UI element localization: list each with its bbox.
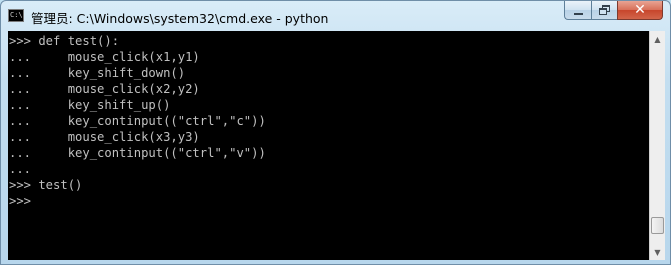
cmd-console-icon[interactable]: C:\ xyxy=(8,9,24,22)
minimize-button[interactable] xyxy=(564,1,591,20)
console-line: ... mouse_click(x2,y2) xyxy=(9,82,200,96)
restore-icon xyxy=(599,5,610,15)
scroll-thumb[interactable] xyxy=(651,217,664,234)
console-lines: >>> def test(): ... mouse_click(x1,y1) .… xyxy=(9,33,266,209)
console-line: ... mouse_click(x3,y3) xyxy=(9,130,200,144)
scroll-up-button[interactable]: ▲ xyxy=(650,31,665,47)
console-line: >>> def test(): xyxy=(9,34,120,48)
console-line: ... key_continput(("ctrl","c")) xyxy=(9,114,266,128)
arrow-down-icon: ▼ xyxy=(654,247,661,257)
vertical-scrollbar[interactable]: ▲ ▼ xyxy=(649,31,665,260)
title-bar[interactable]: C:\ 管理员: C:\Windows\system32\cmd.exe - p… xyxy=(1,1,670,31)
close-button[interactable]: ✕ xyxy=(617,1,663,20)
console-line: >>> test() xyxy=(9,178,83,192)
restore-button[interactable] xyxy=(591,1,617,20)
scroll-track[interactable] xyxy=(650,47,665,244)
console-line: ... key_shift_up() xyxy=(9,98,171,112)
console-line: ... key_shift_down() xyxy=(9,66,186,80)
window-title: 管理员: C:\Windows\system32\cmd.exe - pytho… xyxy=(31,11,329,26)
minimize-icon xyxy=(573,12,583,15)
console-line: ... key_continput(("ctrl","v")) xyxy=(9,146,266,160)
console-output-area[interactable]: >>> def test(): ... mouse_click(x1,y1) .… xyxy=(8,31,649,260)
console-prompt-line: >>> xyxy=(9,194,32,208)
close-icon: ✕ xyxy=(634,2,646,18)
arrow-up-icon: ▲ xyxy=(654,34,661,44)
console-line: ... mouse_click(x1,y1) xyxy=(9,50,200,64)
caption-buttons: ✕ xyxy=(564,1,663,21)
scroll-down-button[interactable]: ▼ xyxy=(650,244,665,260)
console-line: ... xyxy=(9,162,32,176)
console-window: C:\ 管理员: C:\Windows\system32\cmd.exe - p… xyxy=(0,0,671,265)
